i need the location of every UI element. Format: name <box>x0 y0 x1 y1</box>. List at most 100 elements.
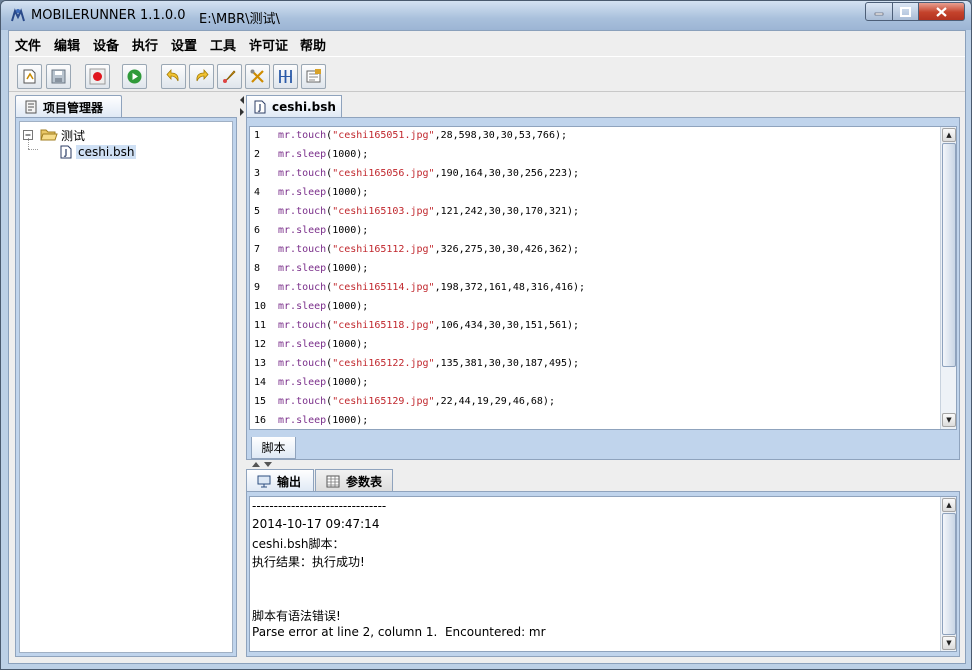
undo-button[interactable] <box>161 64 186 89</box>
output-scroll-thumb[interactable] <box>942 513 956 635</box>
tree-node-file[interactable]: ceshi.bsh <box>60 143 137 161</box>
code-object: mr. <box>278 301 297 312</box>
tree-node-folder[interactable]: 测试 <box>23 126 85 144</box>
save-button[interactable] <box>46 64 71 89</box>
code-args: ,106,434,30,30,151,561); <box>434 320 580 331</box>
code-string: "ceshi165118.jpg" <box>332 320 435 331</box>
line-number: 4 <box>254 187 261 198</box>
output-line: 执行结果：执行成功! <box>252 555 365 569</box>
code-string: "ceshi165114.jpg" <box>332 282 435 293</box>
code-function: touch <box>296 396 327 407</box>
line-number: 3 <box>254 168 261 179</box>
code-object: mr. <box>278 130 297 141</box>
bsh-file-icon <box>254 100 266 114</box>
minimize-button[interactable] <box>865 2 893 21</box>
code-area[interactable]: mr.touch("ceshi165051.jpg",28,598,30,30,… <box>274 127 939 429</box>
line-number: 10 <box>254 301 267 312</box>
project-panel: 项目管理器 测试 ceshi.bsh <box>15 95 237 657</box>
tree-frame: 测试 ceshi.bsh <box>15 117 237 657</box>
menu-device[interactable]: 设备 <box>93 35 119 54</box>
code-object: mr. <box>278 339 297 350</box>
code-args: (1000); <box>326 187 369 198</box>
menu-settings[interactable]: 设置 <box>171 35 197 54</box>
line-number: 16 <box>254 415 267 426</box>
line-number: 7 <box>254 244 261 255</box>
app-window: MOBILERUNNER 1.1.0.0 E:\MBR\测试\ 文件 编辑 设备… <box>0 0 972 670</box>
client-area: 文件 编辑 设备 执行 设置 工具 许可证 帮助 项目管理器 测试 ceshi.… <box>8 30 966 664</box>
maximize-button[interactable] <box>892 2 919 21</box>
redo-button[interactable] <box>189 64 214 89</box>
menu-license[interactable]: 许可证 <box>249 35 288 54</box>
menu-execute[interactable]: 执行 <box>132 35 158 54</box>
close-button[interactable] <box>918 2 965 21</box>
code-string: "ceshi165056.jpg" <box>332 168 435 179</box>
output-line: Parse error at line 2, column 1. Encount… <box>252 625 546 639</box>
code-object: mr. <box>278 377 297 388</box>
menu-file[interactable]: 文件 <box>15 35 41 54</box>
scroll-up-icon[interactable]: ▲ <box>942 128 956 142</box>
tools-icon <box>250 69 264 83</box>
menu-edit[interactable]: 编辑 <box>54 35 80 54</box>
code-function: sleep <box>296 301 327 312</box>
editor-scrollbar[interactable]: ▲ ▼ <box>940 127 956 429</box>
tools-button[interactable] <box>245 64 270 89</box>
rocket-icon <box>223 70 236 83</box>
code-editor[interactable]: 1 2 3 4 5 6 7 8 9 10 11 12 13 14 15 16 mr.touch("ceshi1… <box>249 126 957 430</box>
output-console[interactable]: ------------------------------- 2014-10-1… <box>249 496 957 652</box>
code-object: mr. <box>278 206 297 217</box>
output-scrollbar[interactable]: ▲ ▼ <box>940 497 956 651</box>
editor-scroll-thumb[interactable] <box>942 143 956 367</box>
tab-params[interactable]: 参数表 <box>315 469 393 492</box>
tab-output[interactable]: 输出 <box>246 469 314 492</box>
code-object: mr. <box>278 225 297 236</box>
script-tab[interactable]: 脚本 <box>251 437 296 459</box>
menu-tools[interactable]: 工具 <box>210 35 236 54</box>
toolbar <box>9 56 965 92</box>
line-number: 9 <box>254 282 261 293</box>
horizontal-splitter[interactable] <box>246 461 960 469</box>
tree-file-label: ceshi.bsh <box>76 145 137 159</box>
scroll-up-icon[interactable]: ▲ <box>942 498 956 512</box>
line-number: 1 <box>254 130 261 141</box>
tree-folder-label: 测试 <box>61 128 86 143</box>
title-bar[interactable]: MOBILERUNNER 1.1.0.0 E:\MBR\测试\ <box>1 1 971 30</box>
code-function: sleep <box>296 263 327 274</box>
file-tab-label: ceshi.bsh <box>272 100 336 114</box>
code-function: sleep <box>296 187 327 198</box>
code-args: (1000); <box>326 339 369 350</box>
redo-icon <box>196 68 209 82</box>
new-file-icon <box>23 69 36 84</box>
scroll-down-icon[interactable]: ▼ <box>942 636 956 650</box>
code-line: mr.touch("ceshi165051.jpg",28,598,30,30,… <box>278 130 567 141</box>
output-line: 2014-10-17 09:47:14 <box>252 517 380 531</box>
code-string: "ceshi165129.jpg" <box>332 396 435 407</box>
columns-button[interactable] <box>273 64 298 89</box>
code-function: touch <box>296 244 327 255</box>
tab-output-label: 输出 <box>277 474 302 489</box>
rocket-button[interactable] <box>217 64 242 89</box>
settings-button[interactable] <box>301 64 326 89</box>
menu-help[interactable]: 帮助 <box>300 35 326 54</box>
vertical-splitter[interactable] <box>239 95 245 657</box>
splitter-arrows-icon <box>240 96 244 116</box>
project-manager-tab[interactable]: 项目管理器 <box>15 95 122 118</box>
output-line: 脚本有语法错误! <box>252 609 341 623</box>
code-object: mr. <box>278 244 297 255</box>
code-function: touch <box>296 168 327 179</box>
new-file-button[interactable] <box>17 64 42 89</box>
code-args: (1000); <box>326 149 369 160</box>
code-args: (1000); <box>326 415 369 426</box>
code-line: mr.touch("ceshi165056.jpg",190,164,30,30… <box>278 168 579 179</box>
window-title: MOBILERUNNER 1.1.0.0 <box>31 8 186 23</box>
code-string: "ceshi165051.jpg" <box>332 130 435 141</box>
scroll-down-icon[interactable]: ▼ <box>942 413 956 427</box>
file-tab-ceshi[interactable]: ceshi.bsh <box>246 95 342 118</box>
code-line: mr.touch("ceshi165129.jpg",22,44,19,29,4… <box>278 396 555 407</box>
code-function: sleep <box>296 339 327 350</box>
settings-icon <box>306 69 321 83</box>
undo-icon <box>166 68 179 82</box>
run-icon <box>127 69 142 84</box>
splitter-arrows-icon <box>252 462 272 467</box>
run-button[interactable] <box>122 64 147 89</box>
record-button[interactable] <box>85 64 110 89</box>
